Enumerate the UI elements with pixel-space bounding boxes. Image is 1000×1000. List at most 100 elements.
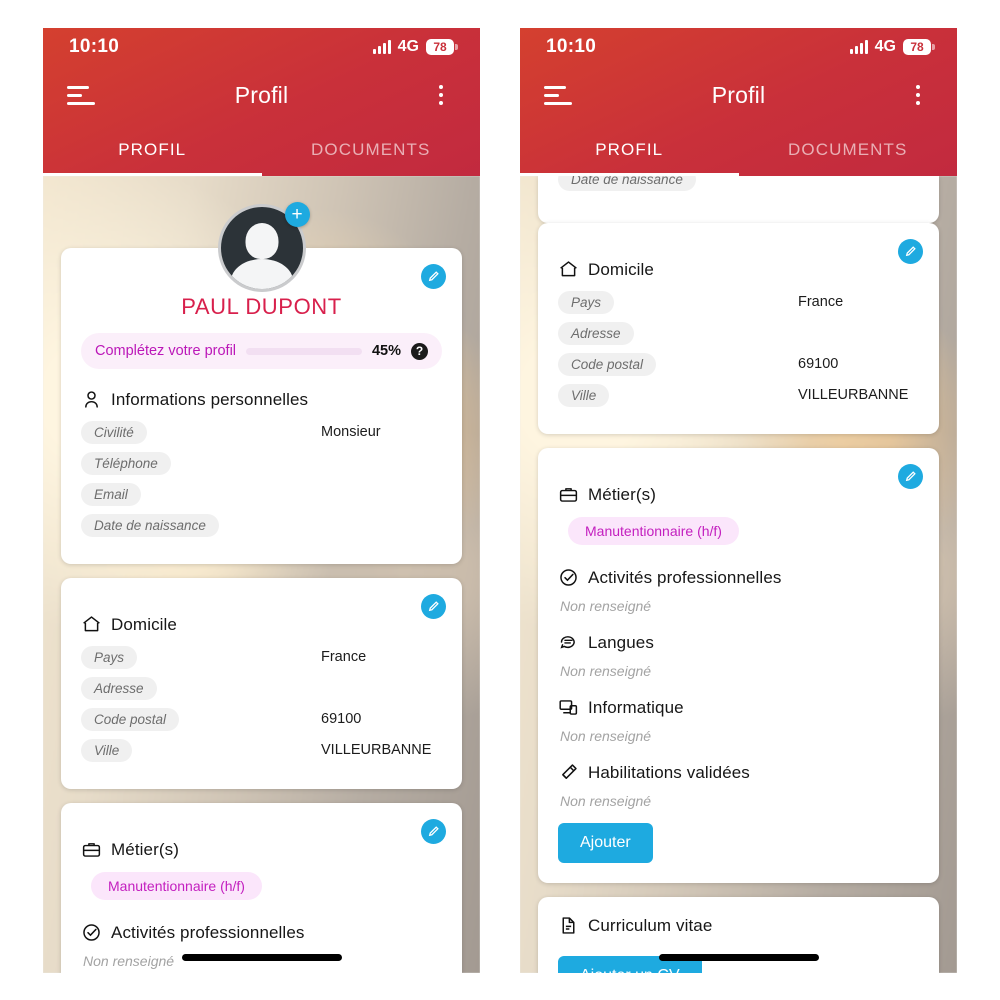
section-header-personal: Informations personnelles <box>81 389 442 410</box>
profile-name: PAUL DUPONT <box>181 294 342 319</box>
field-value-codepostal: 69100 <box>798 356 839 372</box>
field-row: Téléphone <box>81 451 442 475</box>
home-icon <box>81 614 102 635</box>
empty-value-activites: Non renseigné <box>560 598 652 614</box>
completion-label: Complétez votre profil <box>95 343 237 359</box>
table-row: Code postal 69100 <box>81 707 442 731</box>
home-icon <box>558 259 579 280</box>
status-time: 10:10 <box>546 36 597 57</box>
domicile-card: Domicile Pays France Adresse Code postal… <box>61 578 462 789</box>
hamburger-menu-icon[interactable] <box>67 84 97 106</box>
empty-value-habilitations: Non renseigné <box>560 793 652 809</box>
status-bar-left: 10:10 4G 78 <box>43 28 480 66</box>
section-header-informatique: Informatique <box>558 697 919 718</box>
network-type-label: 4G <box>874 38 896 55</box>
table-row: Code postal 69100 <box>558 352 919 376</box>
section-title-domicile: Domicile <box>588 259 654 279</box>
page-title: Profil <box>234 81 289 108</box>
field-label-codepostal: Code postal <box>81 707 180 731</box>
section-header-langues: Langues <box>558 632 919 653</box>
certificate-icon <box>558 762 579 783</box>
computer-icon <box>558 697 579 718</box>
table-row: Adresse <box>81 676 442 700</box>
check-circle-icon <box>81 922 102 943</box>
section-header-domicile: Domicile <box>558 259 919 280</box>
screenshot-stage: 10:10 4G 78 Profil PROFIL DOCUMENTS + PA… <box>0 0 1000 1000</box>
domicile-card: Domicile Pays France Adresse Code postal… <box>538 223 939 434</box>
section-title-informatique: Informatique <box>588 697 684 717</box>
document-icon <box>558 915 579 936</box>
empty-value-informatique: Non renseigné <box>560 728 652 744</box>
tab-documents[interactable]: DOCUMENTS <box>262 124 481 176</box>
profile-card: PAUL DUPONT Complétez votre profil 45% ? <box>61 248 462 564</box>
field-value-ville: VILLEURBANNE <box>798 387 909 403</box>
status-indicators: 4G 78 <box>849 38 935 56</box>
field-label-naissance: Date de naissance <box>558 176 696 191</box>
profile-completion-bar[interactable]: Complétez votre profil 45% ? <box>81 333 442 369</box>
field-row: Date de naissance <box>558 176 919 200</box>
help-icon[interactable]: ? <box>411 342 428 360</box>
field-label-codepostal: Code postal <box>558 352 657 376</box>
edit-domicile-button[interactable] <box>898 239 923 264</box>
app-header-left: 10:10 4G 78 Profil PROFIL DOCUMENTS <box>43 28 480 176</box>
field-value-civilite: Monsieur <box>321 424 381 440</box>
content-scroller-left: + PAUL DUPONT Complétez votre profil 45% <box>43 176 480 973</box>
tab-bar-right: PROFIL DOCUMENTS <box>520 124 957 176</box>
section-header-activites: Activités professionnelles <box>558 567 919 588</box>
job-chip[interactable]: Manutentionnaire (h/f) <box>568 517 739 545</box>
kebab-menu-icon[interactable] <box>903 85 933 105</box>
scroll-area-left[interactable]: + PAUL DUPONT Complétez votre profil 45% <box>43 176 480 973</box>
edit-profile-button[interactable] <box>421 264 446 289</box>
field-label-adresse: Adresse <box>81 676 157 700</box>
section-title-metiers: Métier(s) <box>588 484 656 504</box>
field-label-telephone: Téléphone <box>81 451 171 475</box>
home-indicator <box>181 954 342 961</box>
battery-icon: 78 <box>903 39 935 55</box>
edit-domicile-button[interactable] <box>421 594 446 619</box>
cv-card: Curriculum vitae Ajouter un CV <box>538 897 939 973</box>
tab-profil[interactable]: PROFIL <box>43 124 262 176</box>
home-indicator <box>658 954 819 961</box>
field-label-naissance: Date de naissance <box>81 513 219 537</box>
field-label-adresse: Adresse <box>558 321 634 345</box>
add-photo-icon[interactable]: + <box>284 202 310 227</box>
signal-bars-icon <box>372 40 391 54</box>
page-title: Profil <box>711 81 766 108</box>
section-title-habilitations: Habilitations validées <box>588 762 750 782</box>
field-value-ville: VILLEURBANNE <box>321 742 432 758</box>
tab-bar-left: PROFIL DOCUMENTS <box>43 124 480 176</box>
metiers-card: Métier(s) Manutentionnaire (h/f) Activit… <box>61 803 462 973</box>
field-row: Email <box>81 482 442 506</box>
content-scroller-right: Date de naissance Domicile Pays France A… <box>520 176 957 973</box>
kebab-menu-icon[interactable] <box>426 85 456 105</box>
field-label-civilite: Civilité <box>81 420 147 444</box>
empty-value-langues: Non renseigné <box>560 663 652 679</box>
status-bar-right: 10:10 4G 78 <box>520 28 957 66</box>
edit-metiers-button[interactable] <box>421 819 446 844</box>
section-title-personal: Informations personnelles <box>111 389 309 409</box>
avatar[interactable]: + <box>217 202 310 292</box>
tab-profil[interactable]: PROFIL <box>520 124 739 176</box>
nav-bar-right: Profil <box>520 66 957 124</box>
section-title-domicile: Domicile <box>111 614 177 634</box>
hamburger-menu-icon[interactable] <box>544 84 574 106</box>
table-row: Adresse <box>558 321 919 345</box>
section-header-cv: Curriculum vitae <box>558 915 919 936</box>
ajouter-button[interactable]: Ajouter <box>558 823 653 863</box>
edit-metiers-button[interactable] <box>898 464 923 489</box>
field-value-pays: France <box>321 649 367 665</box>
field-row: Date de naissance <box>81 513 442 537</box>
table-row: Ville VILLEURBANNE <box>558 383 919 407</box>
field-value-pays: France <box>798 294 844 310</box>
tab-documents[interactable]: DOCUMENTS <box>739 124 958 176</box>
phone-screen-right: 10:10 4G 78 Profil PROFIL DOCUMENTS Date… <box>520 28 957 973</box>
table-row: Ville VILLEURBANNE <box>81 738 442 762</box>
battery-icon: 78 <box>426 39 458 55</box>
nav-bar-left: Profil <box>43 66 480 124</box>
job-chip[interactable]: Manutentionnaire (h/f) <box>91 872 262 900</box>
status-indicators: 4G 78 <box>372 38 458 56</box>
status-time: 10:10 <box>69 36 120 57</box>
scroll-area-right[interactable]: Date de naissance Domicile Pays France A… <box>520 176 957 973</box>
section-title-cv: Curriculum vitae <box>588 915 713 935</box>
check-circle-icon <box>558 567 579 588</box>
